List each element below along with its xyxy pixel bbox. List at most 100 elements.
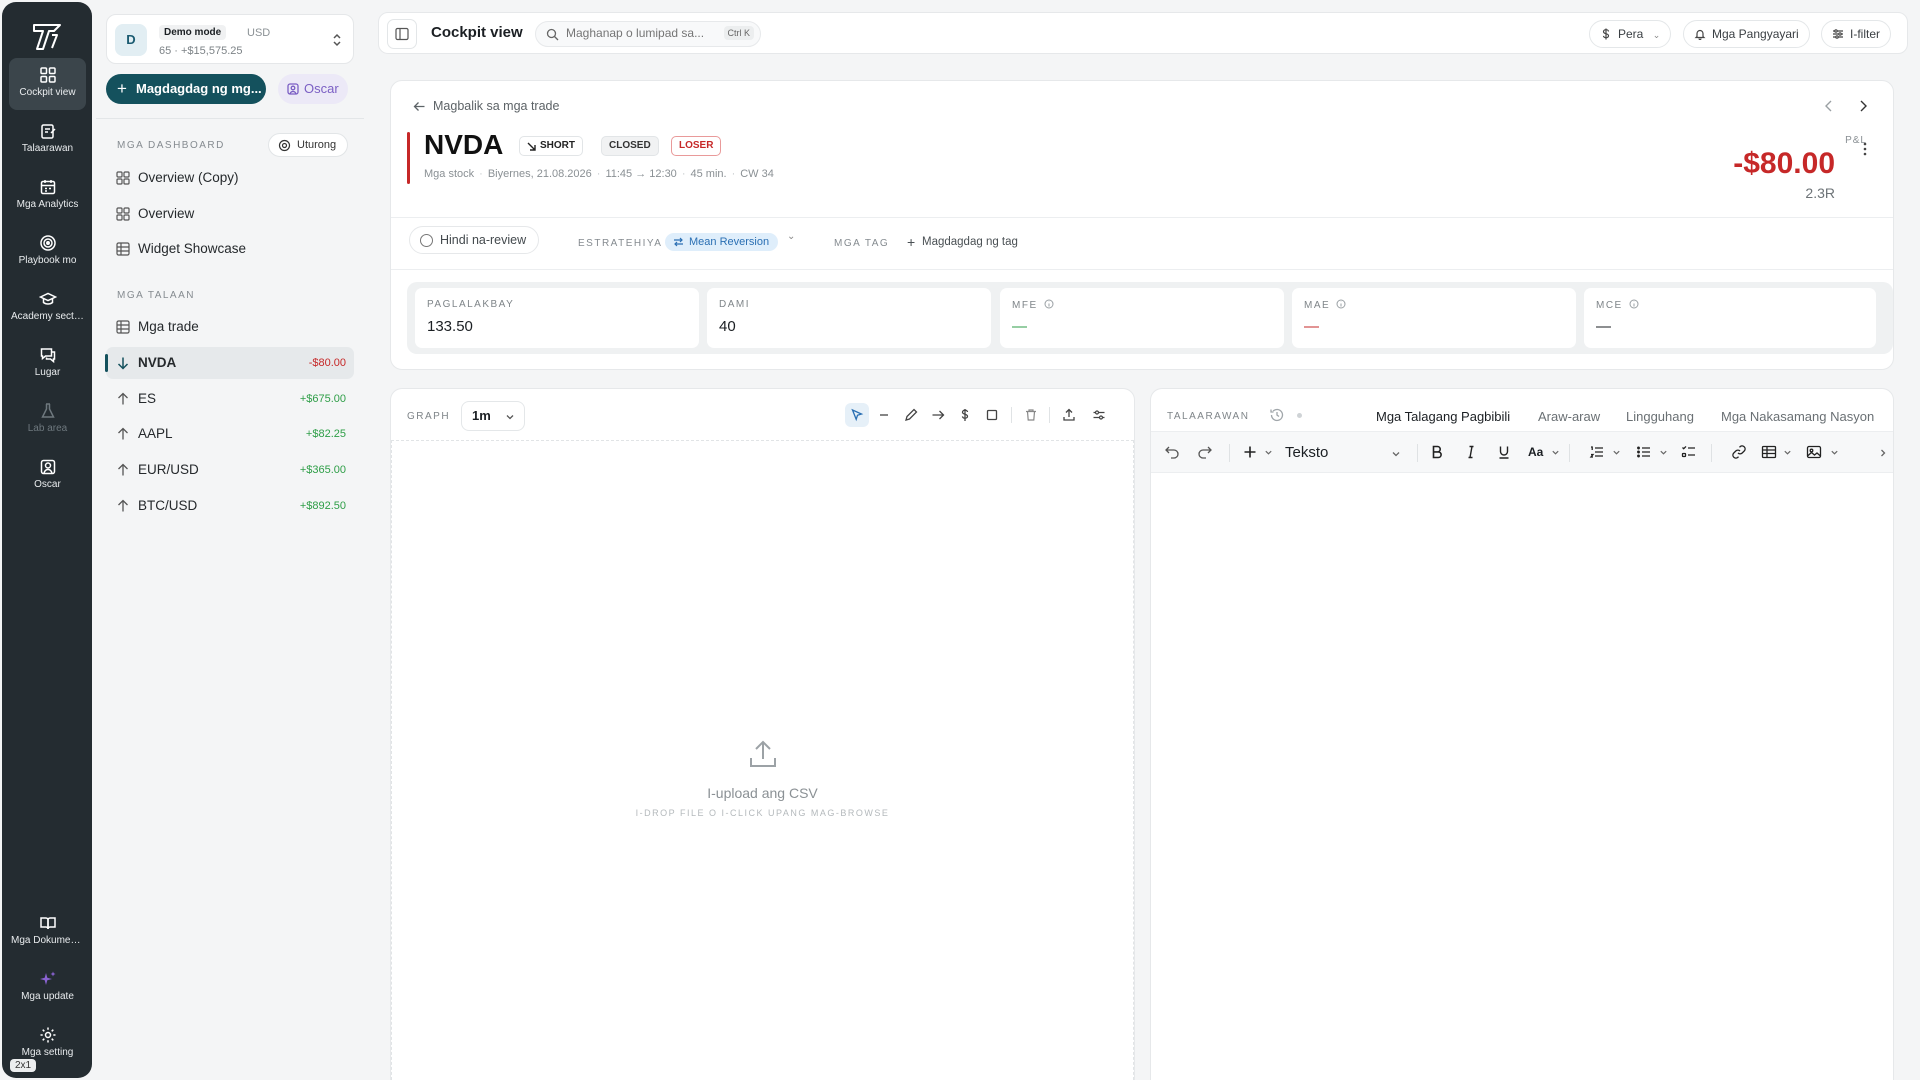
bold-button[interactable] bbox=[1429, 444, 1447, 462]
rail-item-docs[interactable]: Mga Dokumen... bbox=[9, 906, 86, 958]
info-icon[interactable] bbox=[1629, 299, 1639, 309]
journal-editor[interactable] bbox=[1151, 475, 1893, 1080]
rail-item-oscar[interactable]: Oscar bbox=[9, 450, 86, 502]
sidebar-trade-aapl[interactable]: AAPL +$82.25 bbox=[106, 418, 354, 450]
rail-item-analytics[interactable]: Mga Analytics bbox=[9, 170, 86, 222]
chevron-down-icon[interactable] bbox=[1659, 448, 1668, 457]
redo-button[interactable] bbox=[1197, 444, 1215, 462]
events-button[interactable]: Mga Pangyayari bbox=[1683, 20, 1810, 48]
sidebar-item-overview[interactable]: Overview bbox=[106, 198, 354, 230]
setup-button[interactable]: Uturong bbox=[268, 133, 348, 157]
more-options-icon[interactable] bbox=[1857, 141, 1873, 157]
font-size-button[interactable]: Aa bbox=[1528, 444, 1546, 462]
next-trade-icon[interactable] bbox=[1855, 98, 1871, 114]
top-bar: Cockpit view Ctrl K Pera ⌄ Mga Pangyayar… bbox=[378, 12, 1908, 54]
tab-weekly[interactable]: Lingguhang bbox=[1626, 409, 1694, 424]
table-button[interactable] bbox=[1761, 444, 1779, 462]
previous-trade-icon[interactable] bbox=[1821, 98, 1837, 114]
ordered-list-button[interactable] bbox=[1589, 444, 1607, 462]
filter-button[interactable]: I-filter bbox=[1821, 20, 1891, 48]
back-to-trades-link[interactable]: Magbalik sa mga trade bbox=[413, 99, 559, 113]
draw-tool[interactable] bbox=[899, 403, 923, 427]
arrow-left-icon bbox=[413, 102, 425, 111]
account-switcher[interactable]: D Demo mode USD 65 · +$15,575.25 bbox=[106, 14, 354, 64]
bullet-list-button[interactable] bbox=[1636, 444, 1654, 462]
chevron-down-icon[interactable] bbox=[1612, 448, 1621, 457]
rail-item-space[interactable]: Lugar bbox=[9, 338, 86, 390]
review-status-toggle[interactable]: Hindi na-review bbox=[409, 226, 540, 254]
rail-item-journal[interactable]: Talaarawan bbox=[9, 114, 86, 166]
chevron-right-icon[interactable] bbox=[1878, 448, 1888, 458]
sidebar-item-widget-showcase[interactable]: Widget Showcase bbox=[106, 233, 354, 265]
divider bbox=[391, 217, 1893, 218]
sidebar-trade-nvda[interactable]: NVDA -$80.00 bbox=[105, 347, 354, 379]
image-icon bbox=[1806, 445, 1822, 459]
chevron-down-icon[interactable] bbox=[1783, 448, 1792, 457]
info-icon[interactable] bbox=[1336, 299, 1346, 309]
grid-icon bbox=[116, 207, 130, 221]
rail-item-academy[interactable]: Academy secti... bbox=[9, 282, 86, 334]
insert-button[interactable] bbox=[1242, 444, 1260, 462]
export-tool[interactable] bbox=[1057, 403, 1081, 427]
italic-button[interactable] bbox=[1463, 444, 1481, 462]
delete-tool[interactable] bbox=[1019, 403, 1043, 427]
checklist-button[interactable] bbox=[1681, 444, 1699, 462]
chevron-down-icon[interactable] bbox=[1264, 448, 1273, 457]
image-button[interactable] bbox=[1806, 444, 1824, 462]
sidebar-toggle-button[interactable] bbox=[387, 19, 417, 49]
timeframe-select[interactable]: 1m bbox=[461, 401, 525, 431]
bold-icon bbox=[1432, 445, 1442, 459]
rail-item-lab-area[interactable]: Lab area bbox=[9, 394, 86, 446]
icon-rail: Cockpit view Talaarawan Mga Analytics Pl… bbox=[2, 2, 92, 1078]
undo-button[interactable] bbox=[1164, 444, 1182, 462]
price-tool[interactable] bbox=[953, 403, 977, 427]
result-badge: LOSER bbox=[671, 136, 722, 156]
chart-settings-tool[interactable] bbox=[1087, 403, 1111, 427]
stat-label: DAMI bbox=[719, 299, 750, 310]
app-logo-icon[interactable] bbox=[30, 20, 64, 54]
sidebar-item-trades[interactable]: Mga trade bbox=[106, 311, 354, 343]
sidebar-item-overview-copy[interactable]: Overview (Copy) bbox=[106, 162, 354, 194]
horizontal-line-tool[interactable] bbox=[872, 403, 896, 427]
csv-dropzone[interactable]: I-upload ang CSV I-DROP FILE O I-CLICK U… bbox=[391, 440, 1134, 1080]
sparkles-icon bbox=[39, 971, 55, 985]
strategy-label: ESTRATEHIYA bbox=[578, 238, 663, 249]
underline-icon bbox=[1499, 446, 1509, 459]
status-badge: CLOSED bbox=[601, 136, 659, 156]
sidebar-trade-eurusd[interactable]: EUR/USD +$365.00 bbox=[106, 454, 354, 486]
info-icon[interactable] bbox=[1044, 299, 1054, 309]
trash-icon bbox=[1026, 409, 1036, 421]
sidebar-trade-es[interactable]: ES +$675.00 bbox=[106, 383, 354, 415]
text-format-select[interactable]: Teksto bbox=[1285, 442, 1405, 464]
tab-trade-journal[interactable]: Mga Talagang Pagbibili bbox=[1371, 409, 1515, 433]
rail-item-label: Talaarawan bbox=[21, 143, 74, 154]
search-box[interactable]: Ctrl K bbox=[535, 21, 761, 47]
rail-item-cockpit-view[interactable]: Cockpit view bbox=[9, 58, 86, 110]
stats-row: PAGLALAKBAY 133.50 DAMI 40 MFE — MAE — M… bbox=[407, 282, 1893, 354]
tab-daily[interactable]: Araw-araw bbox=[1538, 409, 1600, 424]
history-icon[interactable] bbox=[1269, 407, 1285, 423]
link-button[interactable] bbox=[1731, 444, 1749, 462]
rail-item-playbook[interactable]: Playbook mo bbox=[9, 226, 86, 278]
currency-dropdown[interactable]: Pera ⌄ bbox=[1589, 20, 1672, 48]
upload-icon bbox=[750, 740, 776, 767]
loss-accent-bar bbox=[407, 132, 410, 184]
sidebar-trade-btcusd[interactable]: BTC/USD +$892.50 bbox=[106, 490, 354, 522]
dollar-icon bbox=[1602, 28, 1610, 40]
rectangle-tool[interactable] bbox=[980, 403, 1004, 427]
oscar-button[interactable]: Oscar bbox=[278, 74, 348, 104]
strategy-chip[interactable]: Mean Reversion bbox=[665, 233, 779, 251]
account-summary: 65 · +$15,575.25 bbox=[159, 45, 243, 57]
pointer-tool[interactable] bbox=[845, 403, 869, 427]
arrow-tool[interactable] bbox=[926, 403, 950, 427]
divider bbox=[1011, 407, 1012, 423]
chevron-down-icon[interactable] bbox=[1830, 448, 1839, 457]
rail-item-updates[interactable]: Mga update bbox=[9, 962, 86, 1014]
underline-button[interactable] bbox=[1496, 444, 1514, 462]
chevron-down-icon[interactable]: ⌄ bbox=[787, 231, 795, 242]
add-trade-button[interactable]: + Magdagdag ng mg... bbox=[106, 74, 266, 104]
search-input[interactable] bbox=[566, 26, 716, 40]
tab-linked-notes[interactable]: Mga Nakasamang Nasyon bbox=[1721, 409, 1874, 424]
add-tag-button[interactable]: + Magdagdag ng tag bbox=[907, 234, 1018, 250]
chevron-down-icon[interactable] bbox=[1551, 448, 1560, 457]
